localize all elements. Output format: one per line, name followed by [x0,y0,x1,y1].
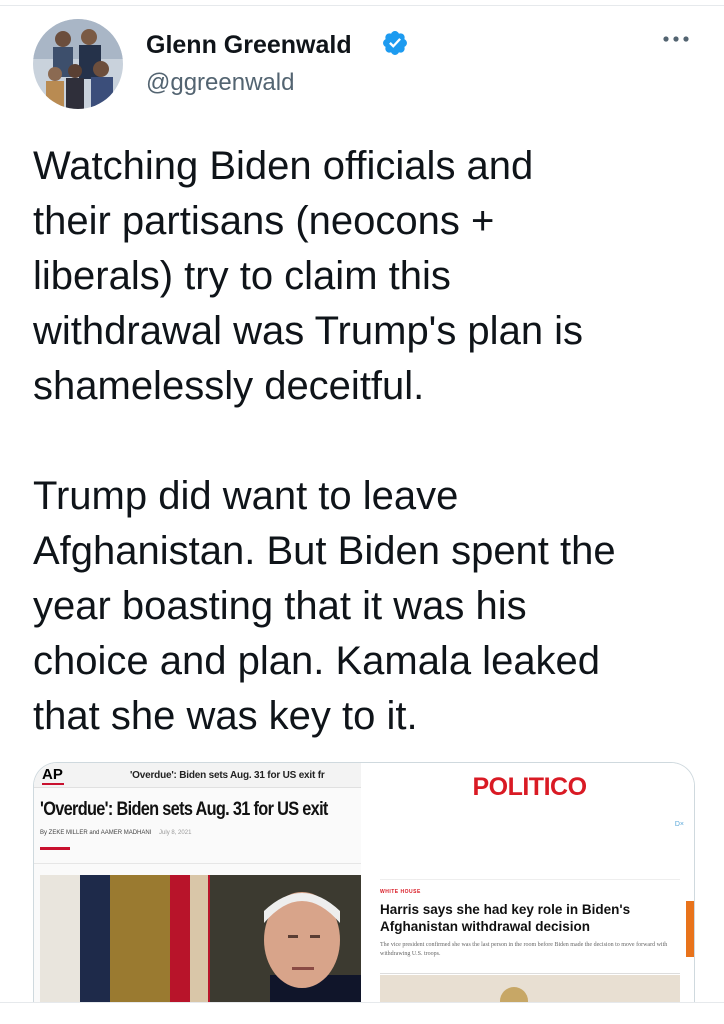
politico-photo [380,975,680,1003]
tweet-line: shamelessly deceitful. [33,364,425,408]
tweet-line: liberals) try to claim this [33,254,451,298]
tweet-line: choice and plan. Kamala leaked [33,639,601,683]
author-name[interactable]: Glenn Greenwald [146,30,352,60]
politico-kicker: WHITE HOUSE [380,889,421,895]
ap-logo: AP [42,766,63,783]
ap-headline: 'Overdue': Biden sets Aug. 31 for US exi… [40,799,328,820]
ap-byline: By ZEKE MILLER and AAMER MADHANI July 8,… [40,830,191,836]
politico-dek: The vice president confirmed she was the… [380,942,668,957]
tweet-line: that she was key to it. [33,694,418,738]
tweet-line: withdrawal was Trump's plan is [33,309,584,353]
avatar[interactable] [33,19,123,109]
ap-authors: By ZEKE MILLER and AAMER MADHANI [40,830,152,836]
tweet-line: Trump did want to leave [33,474,459,518]
politico-headline: Harris says she had key role in Biden's … [380,902,631,934]
politico-bottom-divider [380,973,680,974]
ap-bar-title: 'Overdue': Biden sets Aug. 31 for US exi… [130,770,325,781]
tweet-line: their partisans (neocons + [33,199,495,243]
orange-side-tab [686,901,694,957]
ap-divider [34,863,361,864]
tweet-line: year boasting that it was his [33,584,527,628]
ap-accent-bar [40,847,70,850]
tweet-line: Watching Biden officials and [33,144,534,188]
ap-date: July 8, 2021 [159,830,192,836]
tweet-line: Afghanistan. But Biden spent the [33,529,616,573]
politico-screenshot[interactable]: POLITICO D× WHITE HOUSE Harris says she … [365,763,694,1003]
ap-logo-underline [42,783,64,785]
politico-divider [380,879,680,880]
biden-photo [40,875,361,1003]
politico-logo: POLITICO [472,773,587,801]
ap-screenshot[interactable]: AP 'Overdue': Biden sets Aug. 31 for US … [34,763,361,1003]
more-options-icon[interactable] [662,32,690,46]
bottom-divider [0,1002,724,1003]
author-handle[interactable]: @ggreenwald [146,68,294,98]
ad-choices-icon: D× [674,821,684,828]
top-divider [0,5,724,6]
verified-badge-icon [383,31,407,55]
tweet-text: Watching Biden officials and their parti… [33,139,703,744]
tweet-media[interactable]: AP 'Overdue': Biden sets Aug. 31 for US … [33,762,695,1003]
